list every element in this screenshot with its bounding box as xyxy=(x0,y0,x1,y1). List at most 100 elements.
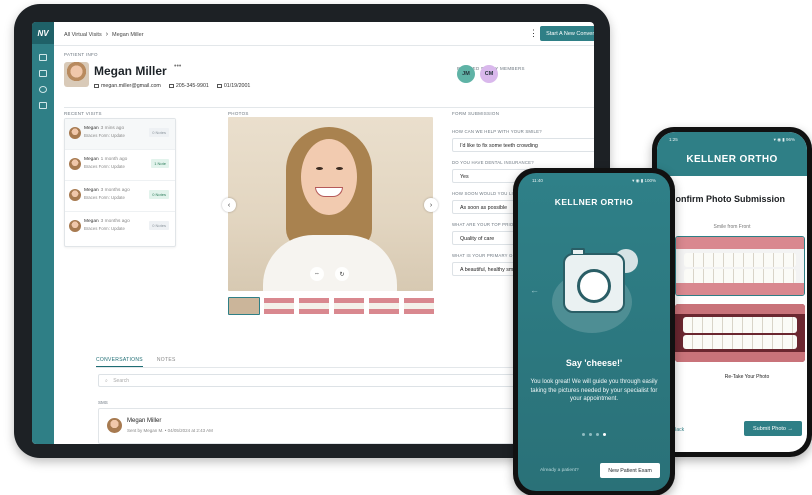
camera-top xyxy=(571,248,585,254)
patient-contact-row: megan.miller@gmail.com 205-345-9901 01/1… xyxy=(94,83,250,89)
status-icons: ▾ ◉ ▮ 96% xyxy=(773,137,795,142)
pager-dot[interactable] xyxy=(582,433,585,436)
sms-label: SMS xyxy=(98,400,108,405)
upper-lip xyxy=(675,304,805,314)
visit-avatar xyxy=(69,189,81,201)
app-logo[interactable]: NV xyxy=(32,22,54,44)
photo-thumbnail[interactable] xyxy=(368,297,400,315)
form-question: HOW CAN WE HELP WITH YOUR SMILE? xyxy=(452,129,542,134)
breadcrumb: All Virtual Visits › Megan Miller xyxy=(64,31,144,38)
intro-body: You look great! We will guide you throug… xyxy=(530,379,658,402)
visit-subtitle: Braces Form: Update xyxy=(84,195,125,200)
photo-label: Smile from Front xyxy=(713,224,751,230)
more-options-icon[interactable]: ⋮ xyxy=(529,28,538,39)
prev-photo-icon[interactable]: ‹ xyxy=(222,198,236,212)
patient-more-icon[interactable]: ••• xyxy=(174,63,181,70)
phone-icon xyxy=(168,83,174,88)
message-sender: Megan Miller xyxy=(127,418,162,424)
notes-badge: 0 Notes xyxy=(149,128,169,137)
documents-nav-icon[interactable] xyxy=(39,102,47,109)
say-cheese-heading: Say 'cheese!' xyxy=(565,358,623,368)
patients-nav-icon[interactable] xyxy=(39,86,47,93)
tab-conversations[interactable]: CONVERSATIONS xyxy=(96,357,143,367)
family-member-jm[interactable]: JM xyxy=(457,65,475,83)
phone-confirm-screen: 1:25 ▾ ◉ ▮ 96% KELLNER ORTHO Confirm Pho… xyxy=(657,132,807,452)
phone-welcome-screen: 11:40 ▾ ◉ ▮ 100% KELLNER ORTHO ← Say 'ch… xyxy=(518,173,670,491)
camera-icon xyxy=(563,248,625,313)
patient-email-text: megan.miller@gmail.com xyxy=(101,83,161,89)
already-patient-link[interactable]: Already a patient? xyxy=(540,468,579,473)
status-time: 1:25 xyxy=(669,137,678,142)
visit-subtitle: Braces Form: Update xyxy=(84,133,125,138)
status-time: 11:40 xyxy=(532,178,543,183)
visit-item[interactable]: Megan 1 month ago Braces Form: Update 1 N… xyxy=(65,150,175,181)
photo-thumbnail[interactable] xyxy=(403,297,435,315)
main-photo[interactable]: ⇔ ↻ xyxy=(228,117,433,291)
visit-name-text: Megan xyxy=(84,126,99,131)
smile-photo-front xyxy=(675,236,805,296)
breadcrumb-root[interactable]: All Virtual Visits xyxy=(64,32,102,38)
brand-title: KELLNER ORTHO xyxy=(686,154,778,165)
conversation-tabs: CONVERSATIONS NOTES xyxy=(96,357,176,367)
rotate-icon[interactable]: ↻ xyxy=(335,267,349,281)
arrow-left-icon[interactable]: ← xyxy=(530,285,539,295)
messages-nav-icon[interactable] xyxy=(39,70,47,77)
recent-visits-label: RECENT VISITS xyxy=(64,111,102,116)
photo-thumbnail[interactable] xyxy=(228,297,260,315)
new-patient-exam-button[interactable]: New Patient Exam xyxy=(600,463,660,478)
visit-name: Megan 1 month ago xyxy=(84,157,127,162)
lower-lip xyxy=(675,352,805,362)
submit-photo-button[interactable]: Submit Photo → xyxy=(744,421,802,436)
lower-teeth xyxy=(684,269,796,283)
visit-item[interactable]: Megan 3 mins ago Braces Form: Update 0 No… xyxy=(65,119,175,150)
notes-badge: 0 Notes xyxy=(149,190,169,199)
tablet-screen: NV All Virtual Visits › Megan Miller ⋮ S… xyxy=(32,22,594,444)
lower-teeth xyxy=(683,335,797,349)
form-answer: I'd like to fix some teeth crowding xyxy=(452,138,594,152)
photo-thumbnail[interactable] xyxy=(298,297,330,315)
sidebar-rail: NV xyxy=(32,22,54,444)
visit-avatar xyxy=(69,127,81,139)
pager-dot[interactable] xyxy=(589,433,592,436)
photo-shirt xyxy=(263,235,397,291)
visit-item[interactable]: Megan 3 months ago Braces Form: Update 0 … xyxy=(65,181,175,212)
brand-title: KELLNER ORTHO xyxy=(554,197,634,207)
app-header: 1:25 ▾ ◉ ▮ 96% KELLNER ORTHO xyxy=(657,132,807,176)
tab-notes[interactable]: NOTES xyxy=(157,357,176,367)
photo-thumbnail[interactable] xyxy=(263,297,295,315)
form-question: DO YOU HAVE DENTAL INSURANCE? xyxy=(452,160,534,165)
visit-avatar xyxy=(69,220,81,232)
photos-label: PHOTOS xyxy=(228,111,249,116)
photo-eye xyxy=(316,167,323,170)
visit-name-text: Megan xyxy=(84,188,99,193)
expand-icon[interactable]: ⇔ xyxy=(310,267,324,281)
chevron-right-icon: › xyxy=(105,31,109,38)
pager-dot-active[interactable] xyxy=(603,433,606,436)
photo-face xyxy=(301,139,357,215)
pager-dot[interactable] xyxy=(596,433,599,436)
visit-subtitle: Braces Form: Update xyxy=(84,164,125,169)
pager-dots xyxy=(518,433,670,436)
patient-name: Megan Miller xyxy=(94,64,167,78)
status-icons: ▾ ◉ ▮ 100% xyxy=(632,178,656,183)
photo-thumbnail[interactable] xyxy=(333,297,365,315)
patient-dob-text: 01/19/2001 xyxy=(223,83,251,89)
upper-teeth xyxy=(683,317,797,333)
visit-name-text: Megan xyxy=(84,219,99,224)
visit-name-text: Megan xyxy=(84,157,99,162)
visit-time: 3 months ago xyxy=(100,188,130,193)
visit-time: 3 mins ago xyxy=(100,126,125,131)
visits-nav-icon[interactable] xyxy=(39,54,47,61)
visit-time: 3 months ago xyxy=(100,219,130,224)
start-conversation-button[interactable]: Start A New Conversation xyxy=(540,26,594,41)
family-member-cm[interactable]: CM xyxy=(480,65,498,83)
next-photo-icon[interactable]: › xyxy=(424,198,438,212)
recent-visits-list: Megan 3 mins ago Braces Form: Update 0 No… xyxy=(64,118,176,247)
header-divider xyxy=(54,45,594,46)
retake-photo-link[interactable]: Re-Take Your Photo xyxy=(657,374,807,380)
visit-name: Megan 3 mins ago xyxy=(84,126,124,131)
notes-badge: 1 Note xyxy=(151,159,169,168)
patient-phone: 205-345-9901 xyxy=(168,83,209,89)
patient-avatar xyxy=(64,62,89,87)
visit-item[interactable]: Megan 3 months ago Braces Form: Update 0 … xyxy=(65,212,175,243)
